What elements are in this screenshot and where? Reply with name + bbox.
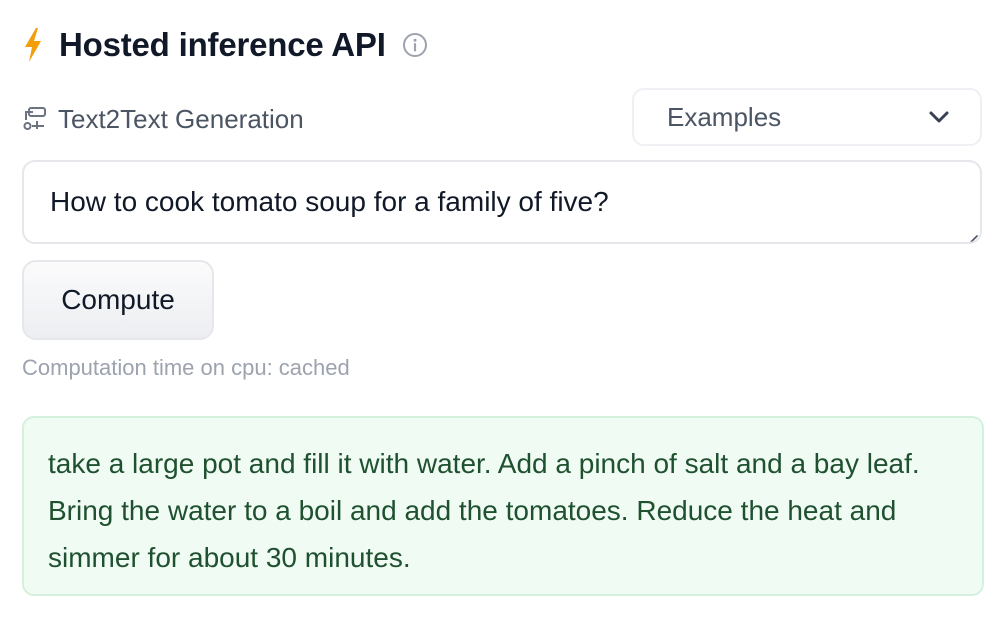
text-input[interactable]: How to cook tomato soup for a family of …: [22, 160, 982, 244]
text-input-value: How to cook tomato soup for a family of …: [50, 186, 609, 217]
chevron-down-icon: [928, 106, 950, 128]
task-label: Text2Text Generation: [58, 103, 304, 134]
pipeline-icon: [22, 106, 48, 132]
compute-button[interactable]: Compute: [22, 260, 214, 340]
resize-handle-icon[interactable]: [962, 224, 978, 242]
examples-label: Examples: [667, 101, 782, 132]
info-circle-icon[interactable]: [402, 32, 428, 58]
examples-dropdown[interactable]: Examples: [632, 88, 982, 146]
computation-time: Computation time on cpu: cached: [22, 355, 350, 380]
lightning-bolt-icon: [22, 27, 44, 63]
task-type: Text2Text Generation: [22, 100, 304, 138]
widget-header: Hosted inference API: [22, 22, 428, 68]
widget-title: Hosted inference API: [59, 26, 386, 63]
output-text: take a large pot and fill it with water.…: [22, 416, 984, 596]
